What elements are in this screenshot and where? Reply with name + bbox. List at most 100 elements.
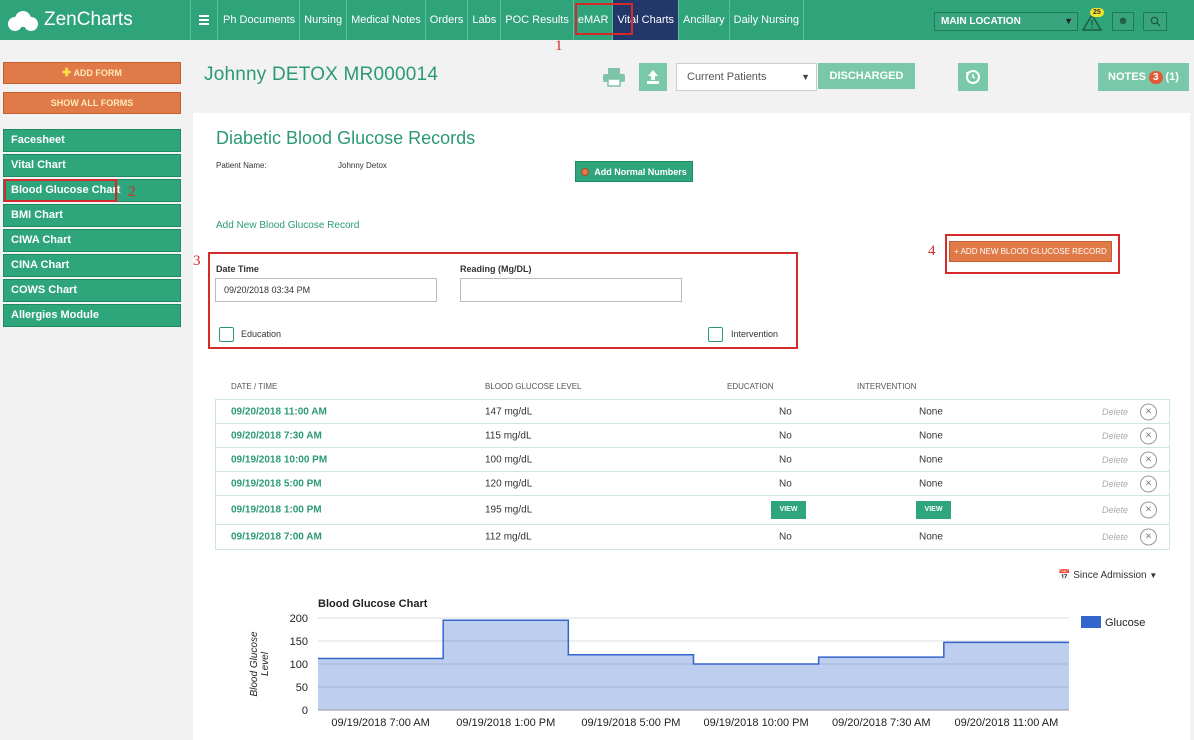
y-tick-label: 150 [290,636,308,648]
record-intervention: None [919,531,943,543]
education-view-button[interactable]: VIEW [771,501,806,519]
table-row: 09/19/2018 7:00 AM 112 mg/dL No None Delete × [216,525,1169,549]
sidebar-item-bmi-chart[interactable]: BMI Chart [3,204,181,227]
close-icon[interactable]: × [1140,451,1157,468]
record-date: 09/20/2018 7:30 AM [231,430,322,441]
x-tick-label: 09/20/2018 11:00 AM [955,717,1059,729]
user-button[interactable]: ☻ [1112,12,1134,31]
search-icon [1150,16,1160,27]
record-education: No [779,478,792,489]
legend-swatch [1081,616,1101,628]
nav-tab-daily-nursing[interactable]: Daily Nursing [730,0,805,40]
table-row: 09/19/2018 1:00 PM 195 mg/dL VIEW VIEW Delet… [216,496,1169,525]
sidebar-item-cows-chart[interactable]: COWS Chart [3,279,181,302]
sidebar-item-allergies-module[interactable]: Allergies Module [3,304,181,327]
delete-link[interactable]: Delete [1102,532,1128,542]
sidebar-item-cina-chart[interactable]: CINA Chart [3,254,181,277]
app-logo[interactable]: ZenCharts [6,7,133,33]
print-button[interactable] [600,63,628,91]
nav-tab-nursing[interactable]: Nursing [300,0,348,40]
patient-filter-select[interactable]: Current Patients ▼ [676,63,817,91]
add-record-link[interactable]: Add New Blood Glucose Record [216,220,359,231]
x-tick-label: 09/20/2018 7:30 AM [832,717,930,729]
y-tick-label: 50 [296,682,308,694]
delete-link[interactable]: Delete [1102,455,1128,465]
sidebar-item-facesheet[interactable]: Facesheet [3,129,181,152]
close-icon[interactable]: × [1140,403,1157,420]
record-level: 115 mg/dL [485,430,532,441]
add-form-button[interactable]: ✚ ADD FORM [3,62,181,84]
annotation-number-2: 2 [128,184,136,200]
nav-tab-poc-results[interactable]: POC Results [501,0,574,40]
range-selector[interactable]: 📅 Since Admission ▼ [1058,570,1157,581]
record-intervention: None [919,454,943,465]
delete-link[interactable]: Delete [1102,479,1128,489]
annotation-box-1 [575,3,633,35]
show-all-forms-button[interactable]: SHOW ALL FORMS [3,92,181,114]
sidebar-item-ciwa-chart[interactable]: CIWA Chart [3,229,181,252]
column-header: BLOOD GLUCOSE LEVEL [485,382,582,391]
reading-input[interactable] [460,278,682,302]
reading-label: Reading (Mg/DL) [460,264,532,274]
add-blood-glucose-record-button[interactable]: + ADD NEW BLOOD GLUCOSE RECORD [949,241,1112,262]
cloud-logo-icon [6,9,40,31]
nav-tab-labs[interactable]: Labs [468,0,502,40]
notes-label: NOTES [1108,71,1146,83]
add-normal-numbers-label: Add Normal Numbers [594,166,687,177]
upload-icon [647,70,659,84]
y-axis-label: Blood GlucoseLevel [249,631,271,696]
table-row: 09/19/2018 5:00 PM 120 mg/dL No None Delete × [216,472,1169,496]
close-icon[interactable]: × [1140,427,1157,444]
intervention-checkbox[interactable] [708,327,723,342]
table-row: 09/19/2018 10:00 PM 100 mg/dL No None Delete… [216,448,1169,472]
printer-icon [603,68,625,87]
blood-glucose-chart: Blood Glucose Chart 0 50 100 150 200 Blood Glu… [216,585,1176,740]
upload-button[interactable] [639,63,667,91]
nav-tab-ancillary[interactable]: Ancillary [679,0,730,40]
education-label: Education [241,329,282,339]
history-button[interactable] [958,63,988,91]
user-icon: ☻ [1117,15,1129,27]
sidebar-item-vital-chart[interactable]: Vital Chart [3,154,181,177]
delete-link[interactable]: Delete [1102,407,1128,417]
legend-label: Glucose [1105,617,1145,629]
circle-icon [581,167,590,176]
close-icon[interactable]: × [1140,528,1157,546]
location-value: MAIN LOCATION [941,16,1021,27]
close-icon[interactable]: × [1140,475,1157,492]
record-education: No [779,430,792,441]
logo-text: ZenCharts [44,9,133,30]
location-select[interactable]: MAIN LOCATION ▼ [934,12,1078,31]
patient-name-value: Johnny Detox [338,161,387,170]
search-button[interactable] [1143,12,1167,31]
section-title: Diabetic Blood Glucose Records [216,128,476,148]
education-checkbox[interactable] [219,327,234,342]
record-date: 09/19/2018 10:00 PM [231,454,328,465]
close-icon[interactable]: × [1140,501,1157,519]
record-date: 09/19/2018 1:00 PM [231,504,322,516]
record-level: 112 mg/dL [485,531,532,543]
intervention-view-button[interactable]: VIEW [916,501,951,519]
patient-title: Johnny DETOX MR000014 [204,64,439,85]
delete-link[interactable]: Delete [1102,431,1128,441]
caret-down-icon: ▼ [1149,571,1158,580]
glucose-area [318,620,1069,710]
notes-badge: 3 [1148,70,1163,84]
nav-tab-ph-documents[interactable]: Ph Documents [219,0,301,40]
x-tick-label: 09/19/2018 1:00 PM [456,717,555,729]
record-date: 09/19/2018 7:00 AM [231,531,322,543]
discharged-button[interactable]: DISCHARGED [818,63,915,89]
y-tick-label: 200 [290,613,308,625]
calendar-icon: 📅 [1058,570,1071,581]
date-time-input[interactable]: 09/20/2018 03:34 PM [215,278,437,302]
add-normal-numbers-button[interactable]: Add Normal Numbers [575,161,693,182]
delete-link[interactable]: Delete [1102,505,1128,515]
menu-icon[interactable] [190,0,218,40]
intervention-label: Intervention [731,329,779,339]
nav-tab-orders[interactable]: Orders [426,0,469,40]
x-tick-label: 09/19/2018 5:00 PM [581,717,680,729]
notes-button[interactable]: NOTES 3 (1) [1098,63,1189,91]
table-row: 09/20/2018 7:30 AM 115 mg/dL No None Delete × [216,424,1169,448]
nav-tab-medical-notes[interactable]: Medical Notes [347,0,426,40]
chart-svg: Blood Glucose Chart 0 50 100 150 200 Blood Glu… [249,598,1145,729]
